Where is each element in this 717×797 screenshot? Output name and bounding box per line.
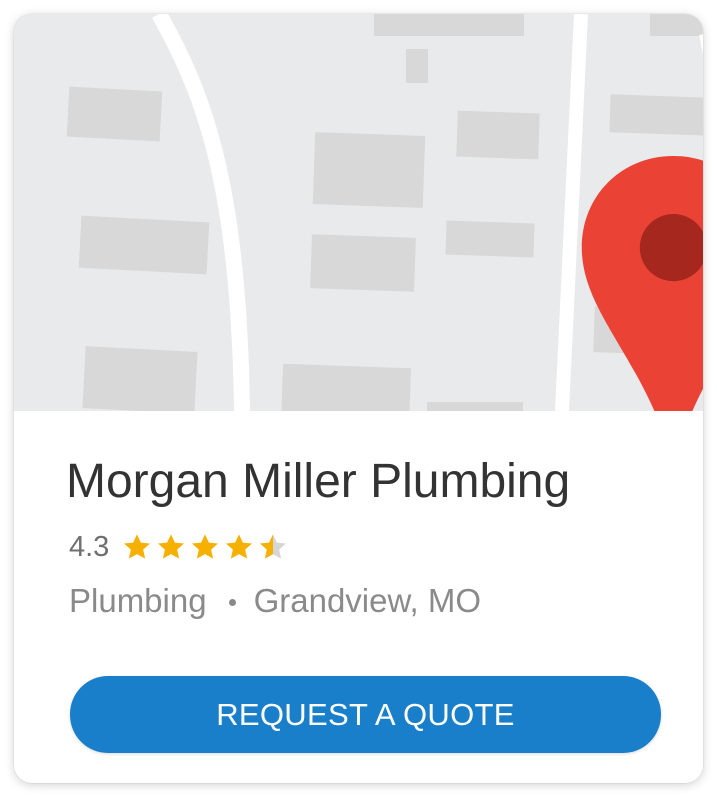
request-quote-button[interactable]: REQUEST A QUOTE	[70, 676, 661, 753]
rating-row: 4.3	[69, 529, 289, 565]
star-icon-1	[124, 534, 151, 559]
rating-value: 4.3	[69, 531, 110, 563]
star-half-icon	[260, 534, 287, 559]
map-pin-icon[interactable]	[335, 156, 703, 411]
separator-dot	[228, 598, 236, 606]
business-info: Morgan Miller Plumbing 4.3 Plumbing Gran…	[14, 411, 703, 783]
star-icon-2	[158, 534, 185, 559]
location-map[interactable]	[14, 14, 703, 411]
star-rating	[121, 531, 289, 563]
star-icon-4	[226, 534, 253, 559]
business-category: Plumbing	[69, 582, 207, 619]
business-location: Grandview, MO	[253, 582, 481, 619]
business-card: Morgan Miller Plumbing 4.3 Plumbing Gran…	[14, 14, 703, 783]
star-icon-3	[192, 534, 219, 559]
business-name: Morgan Miller Plumbing	[66, 455, 571, 508]
business-meta: Plumbing Grandview, MO	[69, 581, 481, 621]
